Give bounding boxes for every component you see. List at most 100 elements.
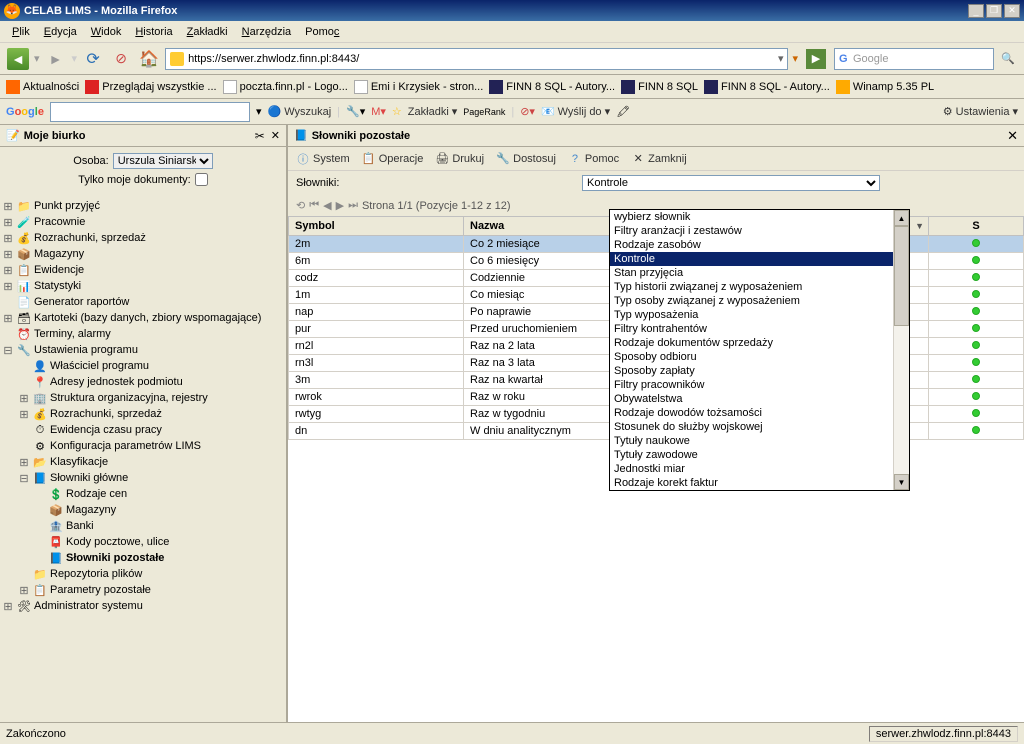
bookmark-emi[interactable]: Emi i Krzysiek - stron... — [354, 80, 483, 94]
tree-ustawienia[interactable]: ⊟🔧Ustawienia programu — [2, 342, 284, 358]
bookmark-finn1[interactable]: FINN 8 SQL - Autory... — [489, 80, 615, 94]
google-zakladki[interactable]: Zakładki▾ — [408, 105, 458, 118]
slowniki-dropdown[interactable]: wybierz słownikFiltry aranżacji i zestaw… — [609, 209, 910, 491]
home-button[interactable]: 🏠 — [137, 47, 161, 71]
google-gmail-icon[interactable]: M▾ — [371, 105, 386, 118]
dropdown-item[interactable]: Sposoby odbioru — [610, 350, 893, 364]
bookmark-przegladaj[interactable]: Przeglądaj wszystkie ... — [85, 80, 216, 94]
toolbar-system[interactable]: ⓘSystem — [296, 152, 350, 166]
next-page-icon[interactable]: ▶ — [336, 199, 344, 212]
dropdown-scrollbar[interactable]: ▲ ▼ — [893, 210, 909, 490]
osoba-select[interactable]: Urszula Siniarska — [113, 153, 213, 169]
expand-icon[interactable]: ⊞ — [2, 216, 14, 229]
scroll-up-icon[interactable]: ▲ — [894, 210, 909, 226]
dropdown-item[interactable]: Tytuły naukowe — [610, 434, 893, 448]
expand-icon[interactable]: ⊞ — [18, 584, 30, 597]
tree-klasyfikacje[interactable]: ⊞📂Klasyfikacje — [2, 454, 284, 470]
dropdown-item[interactable]: Jednostki miar — [610, 462, 893, 476]
dropdown-item[interactable]: Rodzaje zasobów — [610, 238, 893, 252]
first-page-icon[interactable]: ⏮ — [309, 199, 319, 212]
tree-adresy[interactable]: 📍Adresy jednostek podmiotu — [2, 374, 284, 390]
tree-admin[interactable]: ⊞🛠Administrator systemu — [2, 598, 284, 614]
dropdown-item[interactable]: Obywatelstwa — [610, 392, 893, 406]
tree-slowniki-poz[interactable]: 📘Słowniki pozostałe — [2, 550, 284, 566]
bookmark-finn3[interactable]: FINN 8 SQL - Autory... — [704, 80, 830, 94]
toolbar-pomoc[interactable]: ?Pomoc — [568, 152, 619, 166]
collapse-icon[interactable]: ⊟ — [2, 344, 14, 357]
expand-icon[interactable]: ⊞ — [2, 264, 14, 277]
search-box[interactable]: G Google — [834, 48, 994, 70]
panel-close-icon[interactable]: ✕ — [1007, 128, 1018, 144]
dropdown-item[interactable]: Typ osoby związanej z wyposażeniem — [610, 294, 893, 308]
dropdown-item[interactable]: Tytuły zawodowe — [610, 448, 893, 462]
back-button[interactable]: ◄ — [6, 47, 30, 71]
tree-rozrachunki[interactable]: ⊞💰Rozrachunki, sprzedaż — [2, 230, 284, 246]
dropdown-item[interactable]: Stan przyjęcia — [610, 266, 893, 280]
dropdown-item[interactable]: Stosunek do służby wojskowej — [610, 420, 893, 434]
dropdown-item[interactable]: Rodzaje dowodów tożsamości — [610, 406, 893, 420]
google-search-input[interactable] — [50, 102, 250, 122]
slowniki-select[interactable]: Kontrole — [582, 175, 880, 191]
toolbar-dostosuj[interactable]: 🔧Dostosuj — [496, 152, 556, 166]
dropdown-item[interactable]: wybierz słownik — [610, 210, 893, 224]
google-search-dropdown[interactable]: ▾ — [256, 105, 262, 118]
dropdown-item[interactable]: Typ wyposażenia — [610, 308, 893, 322]
tree-kartoteki[interactable]: ⊞🗃Kartoteki (bazy danych, zbiory wspomag… — [2, 310, 284, 326]
tree-konfiguracja[interactable]: ⚙Konfiguracja parametrów LIMS — [2, 438, 284, 454]
google-highlight-icon[interactable]: 🖍 — [616, 105, 630, 118]
rss-icon[interactable]: ▾ — [792, 52, 798, 65]
dropdown-item[interactable]: Kontrole — [610, 252, 893, 266]
scissors-icon[interactable]: ✂ — [255, 129, 265, 143]
collapse-icon[interactable]: ⊟ — [18, 472, 30, 485]
sidebar-close-icon[interactable]: ✕ — [271, 129, 280, 142]
google-tool-icon[interactable]: 🔧▾ — [346, 105, 365, 118]
google-pagerank[interactable]: PageRank — [463, 107, 505, 117]
refresh-icon[interactable]: ⟲ — [296, 199, 305, 212]
expand-icon[interactable]: ⊞ — [2, 232, 14, 245]
tree-rozrachunki2[interactable]: ⊞💰Rozrachunki, sprzedaż — [2, 406, 284, 422]
expand-icon[interactable]: ⊞ — [2, 600, 14, 613]
menu-tools[interactable]: Narzędzia — [236, 24, 298, 40]
google-block-icon[interactable]: ⊘▾ — [520, 105, 535, 118]
last-page-icon[interactable]: ⏭ — [348, 199, 358, 212]
reload-button[interactable]: ⟳ — [81, 47, 105, 71]
menu-edit[interactable]: Edycja — [38, 24, 83, 40]
tree-ewidencja-czasu[interactable]: ⏱Ewidencja czasu pracy — [2, 422, 284, 438]
tree-rodzaje-cen[interactable]: 💲Rodzaje cen — [2, 486, 284, 502]
expand-icon[interactable]: ⊞ — [18, 456, 30, 469]
google-ustawienia[interactable]: ⚙Ustawienia▾ — [943, 105, 1018, 118]
dropdown-item[interactable]: Rodzaje dokumentów sprzedaży — [610, 336, 893, 350]
minimize-button[interactable]: _ — [968, 4, 984, 18]
toolbar-operacje[interactable]: 📋Operacje — [362, 152, 424, 166]
toolbar-zamknij[interactable]: ✕Zamknij — [631, 152, 687, 166]
tree-pracownie[interactable]: ⊞🧪Pracownie — [2, 214, 284, 230]
bookmark-winamp[interactable]: Winamp 5.35 PL — [836, 80, 934, 94]
close-button[interactable]: ✕ — [1004, 4, 1020, 18]
th-s[interactable]: S — [929, 217, 1024, 236]
menu-help[interactable]: Pomoc — [299, 24, 345, 40]
stop-button[interactable]: ⊘ — [109, 47, 133, 71]
url-bar[interactable]: https://serwer.zhwlodz.finn.pl:8443/ ▾ — [165, 48, 788, 70]
google-wyszukaj[interactable]: 🔵Wyszukaj — [267, 105, 331, 118]
tree-struktura[interactable]: ⊞🏢Struktura organizacyjna, rejestry — [2, 390, 284, 406]
tree-generator[interactable]: 📄Generator raportów — [2, 294, 284, 310]
search-button[interactable]: 🔍 — [998, 49, 1018, 69]
chevron-down-icon[interactable]: ▼ — [915, 221, 924, 231]
tree-punkt[interactable]: ⊞📁Punkt przyjęć — [2, 198, 284, 214]
tree-banki[interactable]: 🏦Banki — [2, 518, 284, 534]
dropdown-item[interactable]: Rodzaje korekt faktur — [610, 476, 893, 490]
expand-icon[interactable]: ⊞ — [2, 312, 14, 325]
scroll-thumb[interactable] — [894, 226, 909, 326]
dropdown-item[interactable]: Filtry kontrahentów — [610, 322, 893, 336]
restore-button[interactable]: ❐ — [986, 4, 1002, 18]
tree-magazyny2[interactable]: 📦Magazyny — [2, 502, 284, 518]
expand-icon[interactable]: ⊞ — [18, 408, 30, 421]
dropdown-item[interactable]: Typ historii związanej z wyposażeniem — [610, 280, 893, 294]
bookmark-poczta[interactable]: poczta.finn.pl - Logo... — [223, 80, 348, 94]
tree-wlasciciel[interactable]: 👤Właściciel programu — [2, 358, 284, 374]
google-wyslij[interactable]: 📧Wyślij do▾ — [541, 105, 610, 118]
bookmark-finn2[interactable]: FINN 8 SQL — [621, 80, 698, 94]
go-button[interactable]: ▶ — [806, 49, 826, 69]
expand-icon[interactable]: ⊞ — [2, 280, 14, 293]
menu-view[interactable]: Widok — [85, 24, 128, 40]
